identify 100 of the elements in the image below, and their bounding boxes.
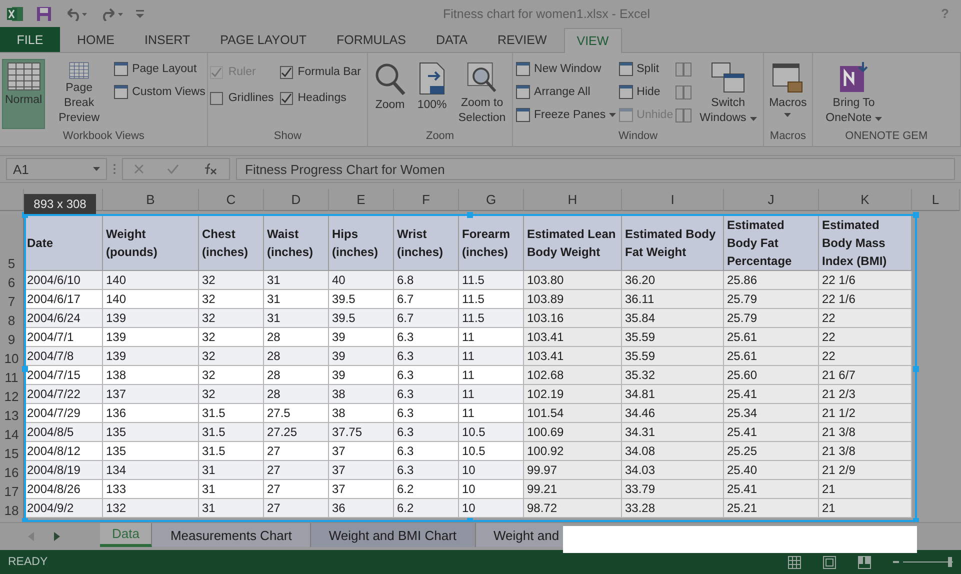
- scroll-left-icon[interactable]: [28, 532, 34, 541]
- ribbon-button[interactable]: Custom Views: [113, 82, 206, 102]
- table-cell: 34.81: [622, 385, 724, 404]
- column-header[interactable]: E: [329, 189, 394, 211]
- size-tooltip: 893 x 308: [24, 194, 96, 214]
- table-cell: 25.79: [724, 290, 819, 309]
- spreadsheet-logo-icon[interactable]: [6, 5, 24, 23]
- column-header[interactable]: J: [724, 189, 819, 211]
- redo-icon[interactable]: [100, 7, 124, 21]
- zoom-selection-icon: [466, 62, 498, 94]
- table-cell: 6.3: [394, 442, 459, 461]
- table-cell: 27: [264, 499, 329, 518]
- selection-frame[interactable]: [24, 214, 917, 522]
- table-cell: 34.03: [622, 461, 724, 480]
- check-icon: [280, 92, 292, 104]
- checkbox[interactable]: Formula Bar: [280, 64, 366, 80]
- column-header[interactable]: H: [524, 189, 622, 211]
- custom-views-icon: [113, 84, 130, 100]
- table-cell: 103.41: [524, 328, 622, 347]
- table-cell: 2004/6/24: [24, 309, 103, 328]
- check-icon[interactable]: [166, 164, 179, 174]
- column-header[interactable]: D: [264, 189, 329, 211]
- ribbon-button[interactable]: Arrange All: [515, 82, 616, 102]
- ribbon-tab[interactable]: DATA: [422, 27, 480, 52]
- grid-icon: [6, 62, 41, 91]
- ribbon-button[interactable]: Normal: [2, 59, 46, 129]
- header-cell: Chest (inches): [199, 215, 264, 271]
- table-cell: 31: [264, 309, 329, 328]
- ribbon-button[interactable]: Zoom to Selection: [454, 59, 510, 129]
- table-cell: 31: [264, 271, 329, 290]
- ribbon-tab[interactable]: VIEW: [564, 28, 622, 53]
- ribbon-tab[interactable]: PAGE LAYOUT: [207, 27, 320, 52]
- header-cell: Estimated Lean Body Weight: [524, 215, 622, 271]
- ribbon-tab[interactable]: REVIEW: [484, 27, 560, 52]
- page-layout-view-icon[interactable]: [823, 556, 836, 568]
- table-cell: 11: [459, 385, 524, 404]
- header-cell: Date: [24, 215, 103, 271]
- table-cell: 36.11: [622, 290, 724, 309]
- scroll-right-icon[interactable]: [54, 532, 60, 541]
- table-cell: 31.5: [199, 442, 264, 461]
- checkbox[interactable]: Headings: [280, 90, 366, 106]
- ribbon-button[interactable]: Split: [618, 59, 674, 79]
- normal-view-icon[interactable]: [788, 556, 801, 568]
- table-cell: 11: [459, 404, 524, 423]
- notebook-icon: [838, 62, 869, 94]
- table-cell: 137: [103, 385, 199, 404]
- column-header[interactable]: B: [103, 189, 199, 211]
- ribbon-button[interactable]: New Window: [515, 59, 616, 79]
- page-break-view-icon[interactable]: [858, 556, 871, 568]
- ribbon-tab[interactable]: HOME: [64, 27, 128, 52]
- ribbon-button[interactable]: Freeze Panes: [515, 105, 616, 125]
- table-cell: 21: [819, 480, 912, 499]
- table-cell: 27.5: [264, 404, 329, 423]
- ribbon-button[interactable]: Page Break Preview: [47, 59, 112, 129]
- customize-icon[interactable]: [136, 10, 144, 18]
- sheet-tab[interactable]: Weight and BMI Chart: [310, 523, 476, 547]
- ribbon-tab[interactable]: INSERT: [132, 27, 204, 52]
- table-cell: 6.3: [394, 385, 459, 404]
- table-cell: 39: [329, 347, 394, 366]
- formula-field[interactable]: Fitness Progress Chart for Women: [236, 158, 955, 180]
- split-icon: [618, 61, 634, 77]
- ribbon-button[interactable]: Bring To OneNote: [814, 59, 893, 129]
- table-cell: 25.79: [724, 309, 819, 328]
- column-header[interactable]: K: [819, 189, 912, 211]
- table-cell: 32: [199, 309, 264, 328]
- table-cell: 102.68: [524, 366, 622, 385]
- ribbon-button[interactable]: Zoom: [370, 59, 410, 129]
- table-cell: 99.21: [524, 480, 622, 499]
- column-header[interactable]: C: [199, 189, 264, 211]
- ribbon-button[interactable]: Macros: [766, 59, 810, 129]
- sheet-tab[interactable]: Measurements Chart: [152, 523, 311, 547]
- column-header[interactable]: I: [622, 189, 724, 211]
- table-cell: 6.3: [394, 461, 459, 480]
- table-cell: 2004/8/12: [24, 442, 103, 461]
- table-cell: 6.3: [394, 366, 459, 385]
- ribbon-button[interactable]: Hide: [618, 82, 674, 102]
- table-cell: 6.8: [394, 271, 459, 290]
- ribbon-tab[interactable]: FORMULAS: [324, 27, 419, 52]
- table-cell: 25.61: [724, 328, 819, 347]
- table-cell: 133: [103, 480, 199, 499]
- table-cell: 32: [199, 385, 264, 404]
- sheet-tab[interactable]: Data: [100, 523, 152, 547]
- file-tab[interactable]: FILE: [0, 27, 60, 52]
- zoom-slider-drawing[interactable]: [893, 556, 953, 568]
- table-cell: 6.2: [394, 499, 459, 518]
- table-cell: 103.80: [524, 271, 622, 290]
- checkbox[interactable]: Gridlines: [210, 90, 278, 106]
- sheet-tab[interactable]: Weight and: [476, 523, 564, 547]
- ribbon-button[interactable]: Page Layout: [113, 59, 206, 79]
- save-icon[interactable]: [36, 6, 52, 22]
- column-header[interactable]: G: [459, 189, 524, 211]
- column-header[interactable]: F: [394, 189, 459, 211]
- close-icon[interactable]: [134, 164, 144, 174]
- ribbon-button[interactable]: 100%: [412, 59, 452, 129]
- table-cell: 21 2/9: [819, 461, 912, 480]
- header-cell: Wrist (inches): [394, 215, 459, 271]
- name-box[interactable]: A1: [6, 158, 107, 180]
- column-header[interactable]: L: [912, 189, 960, 211]
- ribbon-button[interactable]: Switch Windows: [695, 59, 762, 129]
- table-cell: 37: [329, 480, 394, 499]
